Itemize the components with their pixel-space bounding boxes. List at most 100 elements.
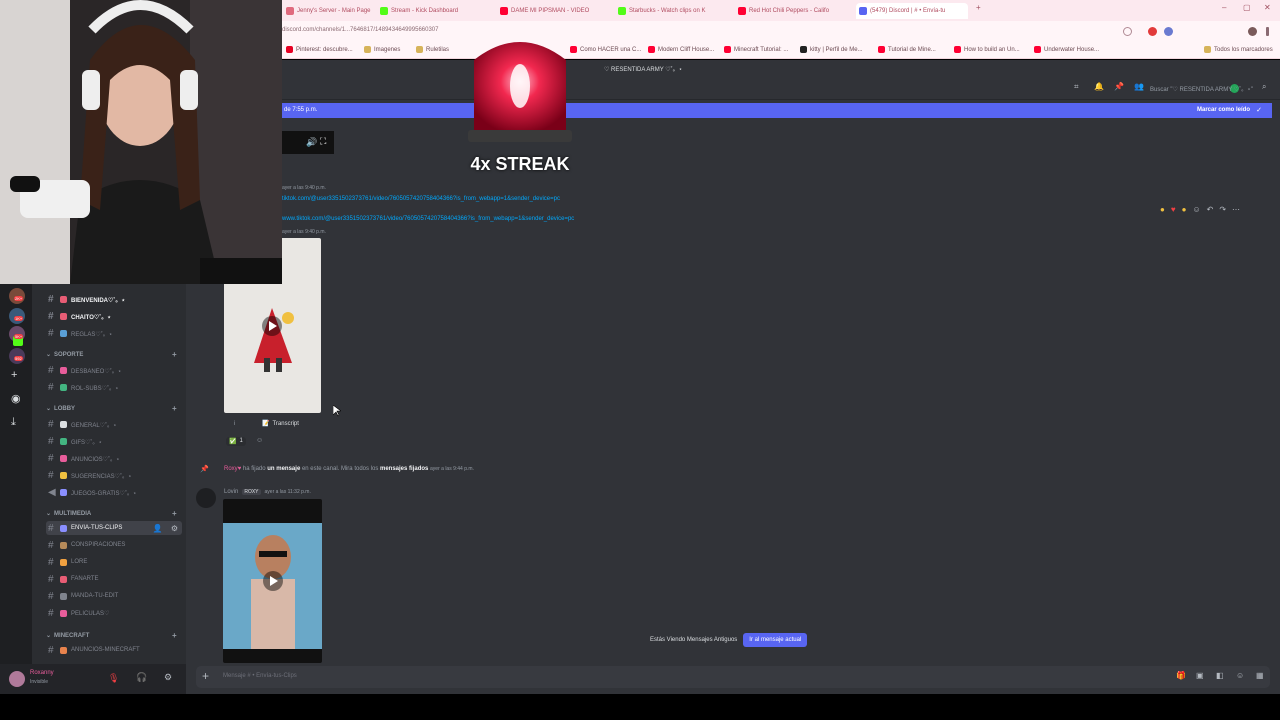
avatar[interactable] (9, 671, 25, 687)
menu-kebab-icon[interactable] (1266, 27, 1269, 36)
bookmark-item[interactable]: Minecraft Tutorial: ... (724, 46, 788, 53)
channel-manda-tu-edit[interactable]: # MANDA-TU-EDIT (46, 589, 182, 603)
extension-icon[interactable] (1164, 27, 1173, 36)
server-tag: ROXY (242, 489, 261, 495)
tab-kick-clips[interactable]: Starbucks - Watch clips on K (618, 3, 730, 19)
extension-icon[interactable] (1148, 27, 1157, 36)
message-link[interactable]: www.tiktok.com/@user3351502373761/video/… (282, 216, 574, 222)
reply-icon[interactable]: ↶ (1207, 205, 1214, 214)
channel-bienvenida[interactable]: # BIENVENIDA♡˚。⋆ (46, 292, 182, 306)
channel-peliculas[interactable]: # PELICULAS♡ (46, 606, 182, 620)
channel-anuncios-minecraft[interactable]: # ANUNCIOS-MINECRAFT (46, 643, 182, 657)
composer-placeholder[interactable]: Mensaje # • Envía-tus-Clips (223, 673, 297, 679)
jump-to-present-button[interactable]: Ir al mensaje actual (743, 633, 808, 647)
mic-muted-icon[interactable]: 🎙 (108, 673, 119, 684)
minimize-icon[interactable]: – (1222, 3, 1226, 12)
channel-rol-subs[interactable]: # ROL-SUBS♡˚。⋆ (46, 380, 182, 394)
channel-fanarte[interactable]: # FANARTE (46, 572, 182, 586)
category-lobby[interactable]: ⌄ LOBBY + (46, 404, 177, 413)
pinned-messages-link[interactable]: mensajes fijados (380, 466, 428, 472)
category-multimedia[interactable]: ⌄ MULTIMEDIA + (46, 509, 177, 518)
channel-juegos-gratis[interactable]: ◀ JUEGOS-GRATIS♡˚。⋆ (46, 485, 182, 499)
channel-gifs[interactable]: # GIFS♡˚。⋆ (46, 434, 182, 448)
heart-icon[interactable]: ♥ (1171, 205, 1176, 214)
gift-icon[interactable]: 🎁 (1176, 671, 1186, 680)
gear-icon[interactable]: ⚙ (164, 672, 172, 683)
add-reaction-icon[interactable]: ☺ (256, 437, 263, 444)
message-link[interactable]: tiktok.com/@user3351502373761/video/7605… (282, 196, 560, 202)
members-icon[interactable]: 👥 (1134, 82, 1144, 91)
pin-user[interactable]: Roxy♥ (224, 466, 241, 472)
add-channel-icon[interactable]: + (172, 404, 177, 413)
tab-jenny-server[interactable]: Jenny's Server - Main Page (286, 3, 374, 19)
transcript-button[interactable]: 📝 Transcript (262, 420, 299, 428)
search-input[interactable]: Buscar "♡ RESENTIDA ARMY ♡˚。⋆" (1150, 84, 1270, 95)
bookmark-item[interactable]: Underwater House... (1034, 46, 1099, 53)
avatar[interactable] (196, 488, 216, 508)
channel-lore[interactable]: # LORE (46, 555, 182, 569)
tab-youtube-rhcp[interactable]: Red Hot Chili Peppers - Califo (738, 3, 850, 19)
download-icon[interactable]: ⤓ (11, 416, 16, 429)
headphones-icon[interactable]: 🎧 (136, 672, 147, 683)
bookmark-item[interactable]: Tutorial de Mine... (878, 46, 936, 53)
profile-avatar-icon[interactable] (1248, 27, 1257, 36)
add-channel-icon[interactable]: + (172, 631, 177, 640)
gif-icon[interactable]: ▣ (1196, 671, 1204, 680)
upload-plus-icon[interactable]: + (202, 669, 209, 683)
close-window-icon[interactable]: ✕ (1264, 3, 1271, 12)
bell-icon[interactable]: 🔔 (1094, 82, 1104, 91)
bookmark-item[interactable]: Pinterest: descubre... (286, 46, 353, 53)
mark-read-button[interactable]: Marcar como leído (1197, 107, 1250, 113)
volume-icon[interactable]: 🔊 (306, 137, 317, 148)
emoji-picker-icon[interactable]: ☺ (1236, 671, 1244, 680)
hash-icon: # (48, 469, 54, 481)
channel-anuncios[interactable]: # ANUNCIOS♡˚。⋆ (46, 451, 182, 465)
maximize-icon[interactable]: ▢ (1243, 3, 1251, 12)
fullscreen-icon[interactable]: ⛶ (320, 136, 326, 147)
channel-desbaneo[interactable]: # DESBANEO♡˚。⋆ (46, 363, 182, 377)
bookmark-item[interactable]: kitty | Perfil de Me... (800, 46, 863, 53)
reaction-pill[interactable]: ✅ 1 (226, 437, 246, 446)
bookmark-folder[interactable]: Imagenes (364, 46, 400, 53)
invite-icon[interactable]: 👤 (153, 524, 163, 533)
bookmark-item[interactable]: How to build an Un... (954, 46, 1020, 53)
add-reaction-icon[interactable]: ☺ (1192, 205, 1200, 214)
apps-icon[interactable]: ▦ (1256, 671, 1264, 680)
tab-discord-active[interactable]: (5479) Discord | # • Envía-tu (856, 3, 968, 19)
add-channel-icon[interactable]: + (172, 350, 177, 359)
new-messages-bar[interactable]: de 7:55 p.m. Marcar como leído ✓ (282, 103, 1272, 118)
message-author[interactable]: Lovin (224, 489, 238, 495)
info-icon[interactable]: i (234, 421, 235, 427)
more-options-icon[interactable]: ⋯ (1232, 205, 1240, 214)
message-composer[interactable]: + Mensaje # • Envía-tus-Clips 🎁 ▣ ◧ ☺ ▦ (196, 666, 1270, 688)
discover-icon[interactable]: ◉ (11, 392, 21, 405)
tab-kick-dashboard[interactable]: Stream - Kick Dashboard (380, 3, 492, 19)
channel-general[interactable]: # GENERAL♡˚。⋆ (46, 417, 182, 431)
add-channel-icon[interactable]: + (172, 509, 177, 518)
category-soporte[interactable]: ⌄ SOPORTE + (46, 350, 177, 359)
video-thumbnail[interactable] (223, 499, 322, 663)
emoji-icon (60, 366, 67, 374)
bookmark-folder[interactable]: Ruletilas (416, 46, 449, 53)
url-text[interactable]: discord.com/channels/1...7646817/1489434… (282, 27, 438, 33)
tab-youtube-video[interactable]: DAME MI PIPSMAN - VIDEO (500, 3, 612, 19)
add-server-icon[interactable]: + (11, 369, 17, 381)
bookmark-item[interactable]: Modern Cliff House... (648, 46, 714, 53)
gear-icon[interactable]: ⚙ (171, 524, 178, 533)
new-tab-icon[interactable]: + (976, 3, 981, 12)
emoji-reaction-icon[interactable]: ● (1182, 205, 1187, 214)
channel-chaito[interactable]: # CHAITO♡˚。⋆ (46, 309, 182, 323)
threads-icon[interactable]: ⌗ (1074, 82, 1079, 92)
pinned-message-link[interactable]: un mensaje (267, 466, 300, 472)
thumbs-up-icon[interactable]: ● (1160, 205, 1165, 214)
channel-conspiraciones[interactable]: # CONSPIRACIONES (46, 538, 182, 552)
category-minecraft[interactable]: ⌄ MINECRAFT + (46, 631, 177, 640)
all-bookmarks-folder[interactable]: Todos los marcadores (1204, 46, 1273, 53)
channel-reglas[interactable]: # REGLAS♡˚。⋆ (46, 326, 182, 340)
sticker-icon[interactable]: ◧ (1216, 671, 1224, 680)
pin-icon[interactable]: 📌 (1114, 82, 1124, 91)
forward-icon[interactable]: ↷ (1219, 205, 1226, 214)
channel-envia-tus-clips[interactable]: # ENVIA-TUS-CLIPS 👤 ⚙ (46, 521, 182, 535)
channel-sugerencias[interactable]: # SUGERENCIAS♡˚。⋆ (46, 468, 182, 482)
bookmark-star-icon[interactable] (1123, 27, 1132, 36)
